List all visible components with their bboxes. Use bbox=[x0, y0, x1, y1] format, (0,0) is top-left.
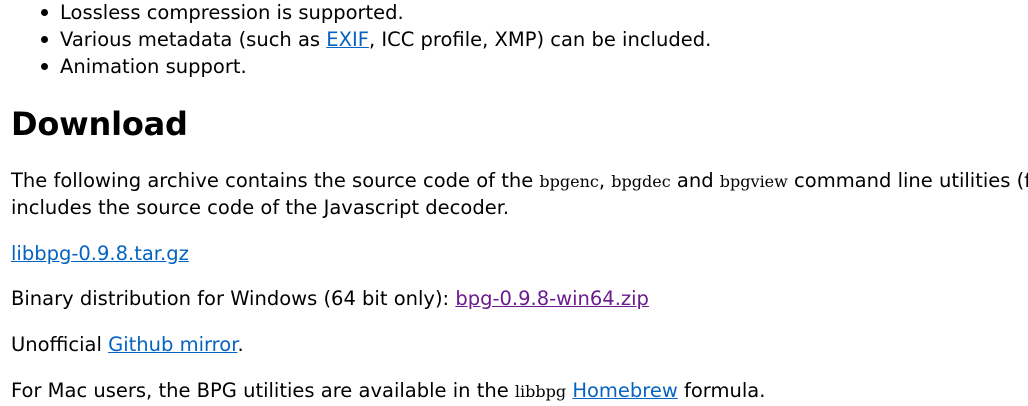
archive-text: command line utilities (fo bbox=[787, 169, 1028, 192]
list-item: Lossless compression is supported. bbox=[11, 0, 1028, 26]
source-download: libbpg-0.9.8.tar.gz bbox=[11, 241, 189, 267]
list-item: Animation support. bbox=[11, 53, 1028, 80]
bullet-icon bbox=[41, 9, 48, 16]
page-content: Lossless compression is supported. Vario… bbox=[11, 0, 1028, 402]
github-mirror-paragraph: Unofficial Github mirror. bbox=[11, 332, 244, 358]
bpgdec-code: bpgdec bbox=[611, 172, 671, 191]
feature-list: Lossless compression is supported. Vario… bbox=[11, 0, 1028, 80]
libbpg-code: libbpg bbox=[514, 382, 567, 401]
windows-binary-link[interactable]: bpg-0.9.8-win64.zip bbox=[455, 287, 649, 310]
archive-text: The following archive contains the sourc… bbox=[11, 169, 540, 192]
list-item-text: Various metadata (such as bbox=[60, 28, 327, 51]
bpgview-code: bpgview bbox=[719, 172, 788, 191]
mac-text: For Mac users, the BPG utilities are ava… bbox=[11, 379, 515, 402]
mac-text: formula. bbox=[677, 379, 766, 402]
download-heading: Download bbox=[11, 105, 188, 143]
mac-users-paragraph: For Mac users, the BPG utilities are ava… bbox=[11, 378, 765, 405]
bullet-icon bbox=[41, 36, 48, 43]
binary-distribution: Binary distribution for Windows (64 bit … bbox=[11, 286, 649, 312]
list-item-text: Animation support. bbox=[60, 55, 247, 78]
github-text: Unofficial bbox=[11, 333, 109, 356]
list-item-text: , ICC profile, XMP) can be included. bbox=[368, 28, 712, 51]
list-item-text: Lossless compression is supported. bbox=[60, 1, 404, 24]
homebrew-link[interactable]: Homebrew bbox=[572, 379, 678, 402]
binary-text: Binary distribution for Windows (64 bit … bbox=[11, 287, 456, 310]
archive-text: and bbox=[670, 169, 720, 192]
archive-description: The following archive contains the sourc… bbox=[11, 168, 1028, 221]
github-mirror-link[interactable]: Github mirror bbox=[108, 333, 237, 356]
bpgenc-code: bpgenc bbox=[539, 172, 599, 191]
github-text: . bbox=[237, 333, 244, 356]
archive-text-line2: includes the source code of the Javascri… bbox=[11, 196, 510, 219]
libbpg-source-link[interactable]: libbpg-0.9.8.tar.gz bbox=[11, 242, 189, 265]
bullet-icon bbox=[41, 63, 48, 70]
archive-text: , bbox=[598, 169, 612, 192]
list-item: Various metadata (such as EXIF, ICC prof… bbox=[11, 26, 1028, 53]
exif-link[interactable]: EXIF bbox=[326, 28, 369, 51]
